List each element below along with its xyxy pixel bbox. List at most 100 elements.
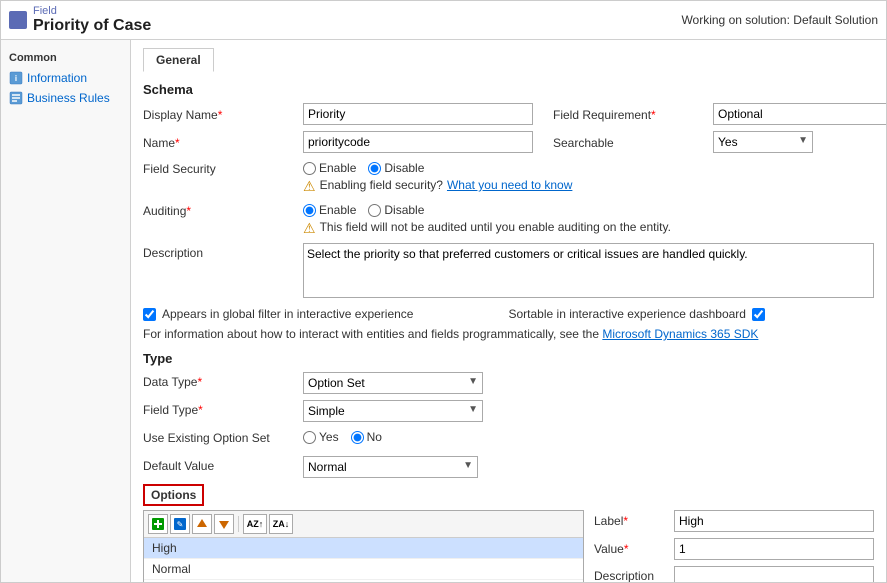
default-value-row: Default Value Normal High Low Critical <box>143 456 874 478</box>
header-breadcrumb: Field <box>33 5 151 17</box>
global-filter-left: Appears in global filter in interactive … <box>143 307 509 321</box>
use-existing-no-input[interactable] <box>351 431 364 444</box>
field-security-enable-label: Enable <box>319 161 356 175</box>
auditing-warn-icon: ⚠ <box>303 220 316 237</box>
auditing-disable-radio[interactable]: Disable <box>368 203 424 217</box>
field-type-control: Simple <box>303 400 874 422</box>
description-label: Description <box>143 243 303 260</box>
add-option-button[interactable] <box>148 514 168 534</box>
option-value-label: Value* <box>594 542 674 556</box>
option-label-input[interactable] <box>674 510 874 532</box>
options-toolbar: ✎ <box>144 511 583 538</box>
sidebar-item-information[interactable]: i Information <box>1 68 130 88</box>
field-icon <box>9 11 27 29</box>
searchable-select-wrapper: Yes No <box>713 131 813 153</box>
schema-section-title: Schema <box>143 82 874 97</box>
options-list: High Normal Low Critical <box>144 538 583 582</box>
sidebar-item-information-label: Information <box>27 71 87 85</box>
name-input[interactable] <box>303 131 533 153</box>
list-item[interactable]: Low <box>144 580 583 582</box>
option-value-input[interactable] <box>674 538 874 560</box>
global-filter-checkbox[interactable] <box>143 308 156 321</box>
field-security-disable-radio[interactable]: Disable <box>368 161 424 175</box>
data-type-select-wrapper: Option Set <box>303 372 483 394</box>
global-filter-label: Appears in global filter in interactive … <box>162 307 413 321</box>
use-existing-radio-group: Yes No <box>303 428 874 444</box>
list-item[interactable]: High <box>144 538 583 559</box>
searchable-select[interactable]: Yes No <box>713 131 813 153</box>
field-security-link[interactable]: What you need to know <box>447 178 572 192</box>
data-type-control: Option Set <box>303 372 874 394</box>
header: Field Priority of Case Working on soluti… <box>1 1 886 40</box>
options-container: ✎ <box>143 510 874 582</box>
sort-za-button[interactable]: ZA↓ <box>269 514 293 534</box>
sortable-label: Sortable in interactive experience dashb… <box>509 307 746 321</box>
auditing-enable-input[interactable] <box>303 204 316 217</box>
options-right-panel: Label* Value* <box>594 510 874 582</box>
option-description-row: Description <box>594 566 874 582</box>
field-type-row: Field Type* Simple <box>143 400 874 422</box>
edit-option-button[interactable]: ✎ <box>170 514 190 534</box>
data-type-row: Data Type* Option Set <box>143 372 874 394</box>
default-value-select-wrapper: Normal High Low Critical <box>303 456 478 478</box>
field-requirement-select[interactable]: Optional Business Required Business Reco… <box>713 103 886 125</box>
description-textarea[interactable] <box>303 243 874 298</box>
toolbar-separator <box>238 516 239 532</box>
working-on-label: Working on solution: Default Solution <box>681 13 878 27</box>
field-security-enable-input[interactable] <box>303 162 316 175</box>
description-row: Description <box>143 243 874 301</box>
option-value-control <box>674 538 874 560</box>
use-existing-row: Use Existing Option Set Yes No <box>143 428 874 450</box>
option-value-row: Value* <box>594 538 874 560</box>
data-type-select[interactable]: Option Set <box>303 372 483 394</box>
use-existing-no-label: No <box>367 430 382 444</box>
default-value-select[interactable]: Normal High Low Critical <box>303 456 478 478</box>
sort-az-button[interactable]: AZ↑ <box>243 514 267 534</box>
option-description-label: Description <box>594 566 674 582</box>
field-security-info-msg: ⚠ Enabling field security? What you need… <box>303 178 874 195</box>
searchable-label: Searchable <box>553 134 713 150</box>
move-up-button[interactable] <box>192 514 212 534</box>
option-description-textarea[interactable] <box>674 566 874 582</box>
field-type-select-wrapper: Simple <box>303 400 483 422</box>
header-left: Field Priority of Case <box>9 5 151 35</box>
list-item[interactable]: Normal <box>144 559 583 580</box>
display-name-input[interactable] <box>303 103 533 125</box>
use-existing-no-radio[interactable]: No <box>351 430 382 444</box>
option-label-row: Label* <box>594 510 874 532</box>
sortable-right: Sortable in interactive experience dashb… <box>509 307 875 321</box>
use-existing-yes-input[interactable] <box>303 431 316 444</box>
field-security-radio-group: Enable Disable <box>303 159 874 175</box>
sdk-info-row: For information about how to interact wi… <box>143 327 874 341</box>
display-name-row: Display Name* Field Requirement* Optiona… <box>143 103 874 125</box>
sidebar-item-business-rules[interactable]: Business Rules <box>1 88 130 108</box>
field-security-disable-input[interactable] <box>368 162 381 175</box>
auditing-enable-radio[interactable]: Enable <box>303 203 356 217</box>
auditing-label: Auditing* <box>143 201 303 218</box>
use-existing-yes-label: Yes <box>319 430 339 444</box>
global-filter-row: Appears in global filter in interactive … <box>143 307 874 321</box>
rules-icon <box>9 91 23 105</box>
info-icon: i <box>9 71 23 85</box>
auditing-disable-input[interactable] <box>368 204 381 217</box>
auditing-row: Auditing* Enable Disable ⚠ <box>143 201 874 237</box>
sdk-link[interactable]: Microsoft Dynamics 365 SDK <box>602 327 758 341</box>
tab-general[interactable]: General <box>143 48 214 72</box>
field-requirement-select-wrapper: Optional Business Required Business Reco… <box>713 103 886 125</box>
option-description-control <box>674 566 874 582</box>
auditing-disable-label: Disable <box>384 203 424 217</box>
field-security-control: Enable Disable ⚠ Enabling field security… <box>303 159 874 195</box>
option-label-control <box>674 510 874 532</box>
svg-text:i: i <box>15 74 17 83</box>
edit-icon: ✎ <box>173 517 187 531</box>
move-down-button[interactable] <box>214 514 234 534</box>
use-existing-yes-radio[interactable]: Yes <box>303 430 339 444</box>
field-type-select[interactable]: Simple <box>303 400 483 422</box>
add-green-icon <box>151 517 165 531</box>
options-list-area: ✎ <box>143 510 584 582</box>
data-type-label: Data Type* <box>143 372 303 389</box>
header-title-group: Field Priority of Case <box>33 5 151 35</box>
field-security-enable-radio[interactable]: Enable <box>303 161 356 175</box>
sortable-checkbox[interactable] <box>752 308 765 321</box>
up-icon <box>195 517 209 531</box>
